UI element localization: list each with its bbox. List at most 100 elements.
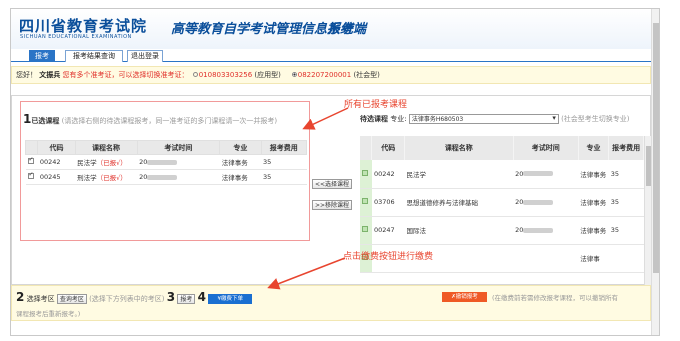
course-major: 法律事务 xyxy=(578,160,609,189)
nav-bar: 报考 报考结果查询 退出登录 xyxy=(11,49,651,62)
region-label: 选择考区 xyxy=(26,295,55,303)
course-code: 00242 xyxy=(371,160,405,189)
table-row[interactable]: 00247 国际法 20 法律事务 35 xyxy=(360,216,644,245)
col-fee: 报考费用 xyxy=(260,140,308,155)
course-major: 法律事务 xyxy=(578,216,609,245)
optional-courses-title: 待选课程 xyxy=(360,115,388,123)
multi-cert-notice: 您有多个准考证，可以选择切换准考证： xyxy=(62,71,189,79)
course-status: （已报√） xyxy=(96,159,127,167)
course-major: 法律事务 xyxy=(578,188,609,217)
blurred-text xyxy=(147,174,178,180)
course-fee: 35 xyxy=(608,160,644,189)
course-fee xyxy=(608,244,644,273)
pay-order-button[interactable]: ¥缴费下单 xyxy=(208,294,253,304)
step-4-number: 4 xyxy=(197,290,206,304)
table-row[interactable]: 00242 民法学（已报√） 20 法律事务 35 xyxy=(25,154,307,170)
course-name: 国际法 xyxy=(404,216,514,245)
row-checkbox[interactable] xyxy=(362,226,368,232)
col-name: 课程名称 xyxy=(404,136,514,160)
page-scroll-thumb[interactable] xyxy=(653,23,659,273)
tab-results[interactable]: 报考结果查询 xyxy=(65,50,123,62)
action-row: 2 选择考区 查询考区 (选择下方列表中的考区) 3 报考 4 ¥缴费下单 xyxy=(16,290,253,304)
tab-apply[interactable]: 报考 xyxy=(29,50,55,62)
course-code: 03706 xyxy=(371,188,405,217)
course-fee: 35 xyxy=(261,154,307,170)
cert2-number: 082207200001 xyxy=(297,71,352,79)
course-fee: 35 xyxy=(261,169,307,185)
exam-time: 20 xyxy=(515,169,524,178)
user-name: 文振兵 xyxy=(39,71,61,79)
major-label: 专业: xyxy=(390,115,407,123)
row-checkbox[interactable] xyxy=(27,156,34,164)
course-major: 法律事务 xyxy=(219,154,262,170)
exam-time: 20 xyxy=(139,173,148,181)
tab-logout[interactable]: 退出登录 xyxy=(127,50,163,62)
annotation-click-pay: 点击缴费按钮进行缴费 xyxy=(343,252,434,262)
col-code: 代码 xyxy=(371,136,406,160)
selected-courses-title: 已选课程 xyxy=(31,117,60,125)
logo-subtitle: SICHUAN EDUCATIONAL EXAMINATION xyxy=(20,34,132,40)
col-major: 专业 xyxy=(578,136,610,160)
system-title: 高等教育自学考试管理信息系统 xyxy=(171,22,354,37)
cert2-type: (社会型) xyxy=(353,71,380,79)
cert1-radio[interactable] xyxy=(192,72,198,77)
cert1-number: 010803303256 xyxy=(198,71,253,79)
major-hint: (社会型考生切换专业) xyxy=(561,115,630,123)
blurred-text xyxy=(523,199,554,205)
blurred-text xyxy=(523,227,554,233)
course-major: 法律事务 xyxy=(219,169,262,185)
query-region-button[interactable]: 查询考区 xyxy=(56,294,87,304)
col-name: 课程名称 xyxy=(74,140,138,155)
selected-courses-panel: 1已选课程 (请选择右侧的待选课程报考，同一准考证的多门课程请一次一并报考) 代… xyxy=(20,101,310,241)
col-fee: 报考费用 xyxy=(608,136,644,160)
browser-frame: 四川省教育考试院 SICHUAN EDUCATIONAL EXAMINATION… xyxy=(10,8,660,336)
course-selection-area: 1已选课程 (请选择右侧的待选课程报考，同一准考证的多门课程请一次一并报考) 代… xyxy=(11,95,652,286)
page-header: 四川省教育考试院 SICHUAN EDUCATIONAL EXAMINATION… xyxy=(11,9,651,49)
cert2-radio[interactable] xyxy=(291,72,297,77)
course-name: 民法学 xyxy=(404,160,514,189)
table-row[interactable]: 00242 民法学 20 法律事务 35 xyxy=(360,160,644,189)
table-row[interactable]: 03706 思想道德修养与法律基础 20 法律事务 35 xyxy=(360,188,644,217)
course-status: （已报√） xyxy=(96,174,127,182)
remove-course-button[interactable]: >>移除课程 xyxy=(312,200,353,210)
system-subtitle: 报考端 xyxy=(327,22,367,37)
table-row[interactable]: 00245 刑法学（已报√） 20 法律事务 35 xyxy=(25,169,307,185)
selected-courses-table: 代码 课程名称 考试时间 专业 报考费用 00242 民法学（已报√） 20 法… xyxy=(24,140,308,185)
row-checkbox[interactable] xyxy=(362,169,368,176)
row-checkbox[interactable] xyxy=(27,171,34,179)
cert1-type: (应用型) xyxy=(254,71,281,79)
optional-courses-heading: 待选课程 专业: 法律事务H680503 (社会型考生切换专业) xyxy=(360,114,630,124)
course-code: 00242 xyxy=(37,154,76,170)
course-code: 00247 xyxy=(371,216,405,245)
col-time: 考试时间 xyxy=(513,136,579,160)
greeting-text: 您好！ xyxy=(16,71,37,79)
selected-courses-heading: 1已选课程 (请选择右侧的待选课程报考，同一准考证的多门课程请一次一并报考) xyxy=(23,112,277,126)
course-fee: 35 xyxy=(608,216,644,245)
course-fee: 35 xyxy=(608,188,644,217)
step-3-number: 3 xyxy=(166,290,176,304)
selected-courses-hint: (请选择右侧的待选课程报考，同一准考证的多门课程请一次一并报考) xyxy=(61,117,278,125)
table-header-row: 代码 课程名称 考试时间 专业 报考费用 xyxy=(24,140,308,155)
account-info-bar: 您好！ 文振兵 您有多个准考证，可以选择切换准考证： 010803303256 … xyxy=(11,66,651,84)
page-scrollbar[interactable] xyxy=(651,9,659,335)
course-major: 法律事 xyxy=(578,244,609,273)
row-checkbox[interactable] xyxy=(362,198,368,204)
course-code: 00245 xyxy=(37,169,76,185)
col-code: 代码 xyxy=(37,140,76,155)
blurred-text xyxy=(523,171,554,177)
exam-time xyxy=(513,244,579,273)
cancel-application-button[interactable]: ✗撤销报考 xyxy=(442,292,487,302)
action-bar: 2 选择考区 查询考区 (选择下方列表中的考区) 3 报考 4 ¥缴费下单 ✗撤… xyxy=(11,285,651,321)
step-2-number: 2 xyxy=(16,290,25,304)
exam-time: 20 xyxy=(515,226,524,234)
col-major: 专业 xyxy=(219,140,262,155)
course-name: 民法学 xyxy=(77,159,97,167)
apply-button[interactable]: 报考 xyxy=(177,294,196,304)
col-time: 考试时间 xyxy=(136,140,221,155)
course-name: 思想道德修养与法律基础 xyxy=(404,188,514,217)
select-course-button[interactable]: <<选择课程 xyxy=(312,179,353,189)
logo-title: 四川省教育考试院 xyxy=(19,17,148,35)
table-header-row: 代码 课程名称 考试时间 专业 报考费用 xyxy=(360,136,644,160)
major-select[interactable]: 法律事务H680503 xyxy=(408,114,559,124)
course-name: 刑法学 xyxy=(77,174,97,182)
